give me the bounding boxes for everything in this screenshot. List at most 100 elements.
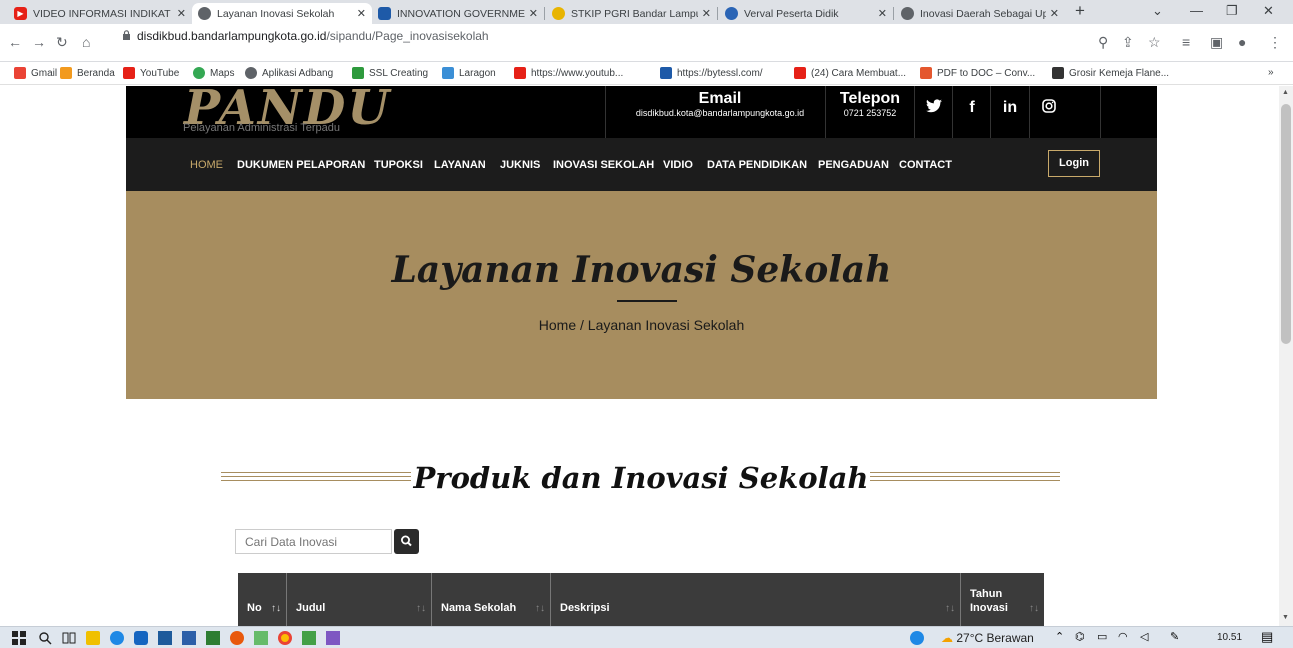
bookmark-gmail[interactable]: Gmail xyxy=(14,67,57,79)
bookmark-star-icon[interactable]: ☆ xyxy=(1148,34,1161,51)
reading-list-icon[interactable]: ≡ xyxy=(1182,34,1190,50)
sort-icon: ↑↓ xyxy=(1029,603,1039,614)
reload-icon[interactable]: ↻ xyxy=(56,34,68,51)
search-button[interactable] xyxy=(394,529,419,554)
bookmark-beranda[interactable]: Beranda xyxy=(60,67,115,79)
tab-verval-peserta[interactable]: Verval Peserta Didik ✕ xyxy=(719,3,893,24)
volume-icon[interactable]: ◁ xyxy=(1140,630,1148,643)
network-icon[interactable]: ⌬ xyxy=(1075,630,1085,643)
close-tab-icon[interactable]: ✕ xyxy=(702,7,711,20)
app-icon[interactable] xyxy=(254,631,268,645)
notifications-icon[interactable]: ▤ xyxy=(1261,629,1273,645)
column-header-deskripsi[interactable]: Deskripsi ↑↓ xyxy=(551,573,960,626)
tab-video-informasi[interactable]: ▶ VIDEO INFORMASI INDIKAT ✕ xyxy=(8,3,192,24)
task-view-icon[interactable] xyxy=(62,631,76,645)
lock-site-icon xyxy=(352,67,364,79)
app-icon[interactable] xyxy=(326,631,340,645)
help-icon[interactable] xyxy=(910,631,924,645)
side-panel-icon[interactable]: ▣ xyxy=(1210,34,1223,51)
page-scrollbar[interactable]: ▲ ▼ xyxy=(1279,86,1293,626)
restore-icon[interactable]: ❐ xyxy=(1226,3,1238,19)
nav-vidio[interactable]: VIDIO xyxy=(663,159,693,171)
facebook-icon[interactable]: f xyxy=(954,99,990,117)
app-icon[interactable] xyxy=(206,631,220,645)
back-icon[interactable]: ← xyxy=(8,34,22,50)
weather-widget[interactable]: ☁ 27°C Berawan xyxy=(941,631,1034,645)
close-tab-icon[interactable]: ✕ xyxy=(529,7,538,20)
share-icon[interactable]: ⇪ xyxy=(1122,34,1134,51)
bookmark-youtube-link[interactable]: https://www.youtub... xyxy=(514,67,623,79)
app-icon[interactable] xyxy=(158,631,172,645)
search-icon[interactable] xyxy=(38,631,52,645)
close-window-icon[interactable]: ✕ xyxy=(1263,3,1274,19)
clock[interactable]: 10.51 xyxy=(1217,632,1242,643)
sort-icon: ↑↓ xyxy=(945,603,955,614)
minimize-icon[interactable]: — xyxy=(1190,3,1203,18)
profile-icon[interactable]: ● xyxy=(1238,34,1246,50)
forward-icon[interactable]: → xyxy=(32,34,46,50)
store-icon[interactable] xyxy=(134,631,148,645)
close-tab-icon[interactable]: ✕ xyxy=(177,7,186,20)
nav-tupoksi[interactable]: TUPOKSI xyxy=(374,159,423,171)
column-header-nama-sekolah[interactable]: Nama Sekolah ↑↓ xyxy=(432,573,550,626)
column-header-no[interactable]: No ↑↓ xyxy=(238,573,285,626)
bookmark-pdf-to-doc[interactable]: PDF to DOC – Conv... xyxy=(920,67,1035,79)
tab-search-chevron-icon[interactable]: ⌄ xyxy=(1152,3,1163,19)
column-header-judul[interactable]: Judul ↑↓ xyxy=(287,573,431,626)
close-tab-icon[interactable]: ✕ xyxy=(357,7,366,20)
twitter-icon[interactable] xyxy=(916,99,952,118)
bookmark-ssl-creating[interactable]: SSL Creating xyxy=(352,67,428,79)
bookmark-bytessl[interactable]: https://bytessl.com/ xyxy=(660,67,763,79)
tab-innovation-government[interactable]: INNOVATION GOVERNMEN ✕ xyxy=(372,3,544,24)
firefox-icon[interactable] xyxy=(230,631,244,645)
pen-icon[interactable]: ✎ xyxy=(1170,630,1179,643)
battery-icon[interactable]: ▭ xyxy=(1097,630,1107,643)
file-explorer-icon[interactable] xyxy=(86,631,100,645)
menu-kebab-icon[interactable]: ⋮ xyxy=(1268,34,1282,51)
new-tab-button[interactable]: + xyxy=(1075,1,1085,21)
bookmark-grosir-kemeja[interactable]: Grosir Kemeja Flane... xyxy=(1052,67,1169,79)
site-icon xyxy=(552,7,565,20)
instagram-icon[interactable] xyxy=(1031,99,1067,118)
bookmarks-overflow-button[interactable]: » xyxy=(1268,67,1274,78)
bookmark-maps[interactable]: Maps xyxy=(193,67,234,79)
bookmarks-bar: Gmail Beranda YouTube Maps Aplikasi Adba… xyxy=(0,63,1293,85)
nav-contact[interactable]: CONTACT xyxy=(899,159,952,171)
bookmark-laragon[interactable]: Laragon xyxy=(442,67,496,79)
bookmark-aplikasi-adbang[interactable]: Aplikasi Adbang xyxy=(245,67,333,79)
login-button[interactable]: Login xyxy=(1048,150,1100,177)
email-value: disdikbud.kota@bandarlampungkota.go.id xyxy=(635,108,805,118)
edge-icon[interactable] xyxy=(110,631,124,645)
chrome-icon[interactable] xyxy=(278,631,292,645)
bookmark-cara-membuat[interactable]: (24) Cara Membuat... xyxy=(794,67,906,79)
tray-chevron-icon[interactable]: ⌃ xyxy=(1055,630,1064,643)
zoom-icon[interactable]: ⚲ xyxy=(1098,34,1108,51)
nav-data-pendidikan[interactable]: DATA PENDIDIKAN xyxy=(707,159,807,171)
home-icon[interactable]: ⌂ xyxy=(82,34,90,50)
close-tab-icon[interactable]: ✕ xyxy=(878,7,887,20)
tab-layanan-inovasi[interactable]: Layanan Inovasi Sekolah ✕ xyxy=(192,3,372,24)
lock-icon[interactable] xyxy=(122,30,131,40)
linkedin-icon[interactable]: in xyxy=(992,99,1028,117)
nav-pengaduan[interactable]: PENGADUAN xyxy=(818,159,889,171)
scroll-up-icon[interactable]: ▲ xyxy=(1282,89,1289,96)
nav-dukumen-pelaporan[interactable]: DUKUMEN PELAPORAN xyxy=(237,159,365,171)
breadcrumb[interactable]: Home / Layanan Inovasi Sekolah xyxy=(126,317,1157,333)
scroll-down-icon[interactable]: ▼ xyxy=(1282,614,1289,621)
scroll-thumb[interactable] xyxy=(1281,104,1291,344)
close-tab-icon[interactable]: ✕ xyxy=(1050,7,1059,20)
tab-stkip-pgri[interactable]: STKIP PGRI Bandar Lampun ✕ xyxy=(546,3,717,24)
excel-icon[interactable] xyxy=(302,631,316,645)
tab-inovasi-daerah[interactable]: Inovasi Daerah Sebagai Up ✕ xyxy=(895,3,1065,24)
url-input[interactable]: disdikbud.bandarlampungkota.go.id/sipand… xyxy=(137,29,489,43)
windows-start-icon[interactable] xyxy=(12,631,26,645)
nav-layanan[interactable]: LAYANAN xyxy=(434,159,486,171)
photoshop-icon[interactable] xyxy=(182,631,196,645)
search-input[interactable] xyxy=(235,529,392,554)
nav-inovasi-sekolah[interactable]: INOVASI SEKOLAH xyxy=(553,159,654,171)
nav-home[interactable]: HOME xyxy=(190,159,223,171)
column-header-tahun-inovasi[interactable]: Tahun Inovasi ↑↓ xyxy=(961,573,1044,626)
wifi-icon[interactable]: ◠ xyxy=(1118,630,1128,643)
nav-juknis[interactable]: JUKNIS xyxy=(500,159,540,171)
bookmark-youtube[interactable]: YouTube xyxy=(123,67,179,79)
